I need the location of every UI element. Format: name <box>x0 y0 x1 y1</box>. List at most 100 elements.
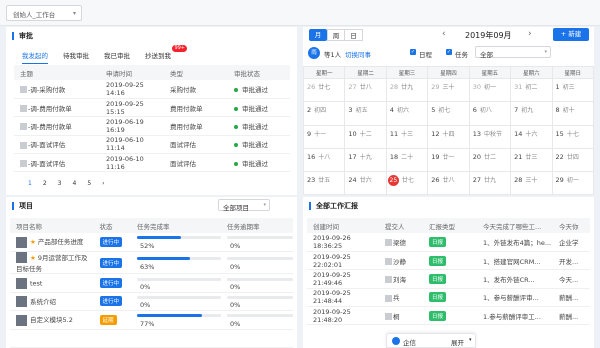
calendar-day[interactable]: 20 廿二 <box>468 147 512 173</box>
status-text: 审批通过 <box>242 104 268 113</box>
day-number-wrap: 16 十八 <box>304 149 344 161</box>
calendar-day[interactable]: 11 十三 <box>385 124 429 149</box>
calendar-day[interactable]: 7 初九 <box>510 101 553 126</box>
table-row[interactable]: ★ 产品部任务进度 进行中 52% 0% <box>10 233 293 252</box>
table-row[interactable]: -调-采购付款 2019-09-25 14:16 采购付款 审批通过 <box>14 80 290 99</box>
calendar-day[interactable]: 18 二十 <box>385 147 429 173</box>
calendar-day[interactable]: 24 廿六 <box>344 171 387 196</box>
page-link[interactable]: 4 <box>72 180 76 187</box>
chat-float-bar[interactable]: 企信 展开 ▾ <box>386 333 476 348</box>
next-month-icon[interactable]: › <box>528 29 532 39</box>
next-page-icon[interactable]: › <box>102 180 104 187</box>
workspace-select[interactable]: 创始人_工作台 ▾ <box>6 5 82 21</box>
calendar-day[interactable]: 28 三十 <box>510 171 553 196</box>
calendar-day[interactable]: 27 廿九 <box>468 171 512 196</box>
schedule-checkbox[interactable]: ✓ <box>410 49 416 55</box>
lunar-date: 十二 <box>359 130 372 138</box>
page-link[interactable]: 2 <box>43 180 47 187</box>
day-number-wrap: 23 廿五 <box>304 172 344 184</box>
calendar-day[interactable]: 9 十一 <box>302 124 346 149</box>
task-label: 任务 <box>455 51 468 59</box>
day-number-wrap: 18 二十 <box>387 149 427 161</box>
calendar-day[interactable]: 12 十四 <box>427 124 470 149</box>
chevron-down-icon: ▾ <box>263 202 266 208</box>
calendar-day[interactable]: 30 初一 <box>468 77 512 103</box>
calendar-day[interactable]: 15 十七 <box>551 124 595 149</box>
calendar-day[interactable]: 3 初五 <box>344 101 387 126</box>
calendar-day[interactable]: 2 初四 <box>302 101 346 126</box>
prev-month-icon[interactable]: ‹ <box>442 29 446 39</box>
calendar-day[interactable]: 27 廿八 <box>344 77 387 103</box>
chat-icon <box>392 337 400 345</box>
day-number: 12 <box>431 129 440 138</box>
tab-pending[interactable]: 待我审批 <box>63 50 89 64</box>
redacted-block <box>385 294 392 302</box>
submitter-cell: 刘海 <box>379 269 423 289</box>
calendar-day[interactable]: 26 廿七 <box>302 77 346 103</box>
lunar-date: 廿九 <box>401 84 414 91</box>
table-row[interactable]: 2019-09-26 18:36:25 梁德 日报 1、外链发布4篇；he... 企业学 <box>307 233 590 252</box>
page-link[interactable]: 5 <box>87 180 91 187</box>
table-row[interactable]: 系统介绍 进行中 0% 0% <box>10 292 293 312</box>
table-row[interactable]: test 进行中 0% 0% <box>10 273 293 293</box>
table-row[interactable]: -调-面试评估 2019-06-10 11:14 面试评估 审批通过 <box>14 135 290 155</box>
calendar-filter-select[interactable]: 全部 ▾ <box>475 46 551 59</box>
calendar-day[interactable]: 10 十二 <box>344 124 387 149</box>
calendar-day[interactable]: 1 初三 <box>551 77 595 103</box>
calendar-day[interactable]: 6 初八 <box>468 101 512 126</box>
calendar-day[interactable]: 19 廿一 <box>427 147 470 173</box>
tab-initiated[interactable]: 我发起的 <box>22 50 48 64</box>
calendar-day[interactable]: 23 廿五 <box>302 171 346 196</box>
view-month-button[interactable]: 月 <box>309 29 327 41</box>
day-number: 31 <box>514 83 523 91</box>
day-number: 26 <box>431 176 440 185</box>
calendar-day[interactable]: 31 初二 <box>510 77 553 103</box>
day-number-wrap: 14 十六 <box>511 126 551 138</box>
table-row[interactable] <box>10 329 293 348</box>
view-week-button[interactable]: 周 <box>327 29 345 41</box>
view-day-button[interactable]: 日 <box>345 29 363 41</box>
calendar-day[interactable]: 21 廿三 <box>510 147 553 173</box>
table-row[interactable]: ★ 9月运营部工作及目标任务 进行中 63% 0% <box>10 251 293 275</box>
table-row[interactable]: -调-费用付款单 2019-09-25 15:15 费用付款单 审批通过 <box>14 98 290 118</box>
switch-colleague-link[interactable]: 切换同事 <box>345 49 371 59</box>
table-row[interactable]: 2019-09-25 21:48:20 桐 日报 1.参与薪酬评审工... 薪酬... <box>307 306 590 326</box>
tab-cc-label: 抄送到我 <box>145 52 171 60</box>
calendar-day[interactable]: 8 初十 <box>551 101 595 126</box>
task-checkbox[interactable]: ✓ <box>446 49 452 55</box>
calendar-day[interactable]: 28 廿九 <box>385 77 429 103</box>
calendar-day[interactable]: 26 廿八 <box>427 171 470 196</box>
calendar-day[interactable]: 17 十九 <box>344 147 387 173</box>
project-name: 产品部任务进度 <box>37 238 84 247</box>
projects-filter-select[interactable]: 全部项目 ▾ <box>218 199 270 212</box>
table-row[interactable]: 2019-09-25 21:49:46 刘海 日报 1、发布外链CR... 今天... <box>307 269 590 289</box>
table-row[interactable]: -调-费用付款单 2019-06-19 16:19 费用付款单 审批通过 <box>14 116 290 136</box>
star-icon[interactable]: ★ <box>30 238 36 246</box>
status-dot-icon <box>234 161 238 166</box>
table-row[interactable]: 2019-09-25 22:02:01 沙静 日报 1、搭建官网CRM... 开发... <box>307 251 590 271</box>
column-header: 汇报类型 <box>423 218 477 233</box>
tab-cc[interactable]: 抄送到我 99+ <box>145 45 187 64</box>
calendar-day[interactable]: 29 三十 <box>427 77 470 103</box>
page-link[interactable]: 3 <box>58 180 62 187</box>
table-row[interactable]: 自定义模块5.2 延期 77% 0% <box>10 310 293 330</box>
tab-approved[interactable]: 我已审批 <box>104 50 130 64</box>
calendar-day[interactable]: 4 初六 <box>385 101 429 126</box>
calendar-filter-label: 全部 <box>480 51 493 59</box>
calendar-day[interactable]: 25 廿七 <box>385 171 429 196</box>
table-row[interactable]: 2019-09-25 21:48:44 兵 日报 1、参与薪酬评审... 薪酬... <box>307 288 590 308</box>
chat-expand-link[interactable]: 展开 <box>451 337 464 347</box>
calendar-day[interactable]: 5 初七 <box>427 101 470 126</box>
day-number-wrap: 8 初十 <box>553 102 593 114</box>
overdue-value: 0% <box>230 262 241 271</box>
lunar-date: 廿八 <box>442 177 455 185</box>
calendar-day[interactable]: 29 初一 <box>551 171 595 196</box>
page-link[interactable]: 1 <box>28 180 32 187</box>
calendar-day[interactable]: 16 十八 <box>302 147 346 173</box>
calendar-day[interactable]: 13 中秋节 <box>468 124 512 149</box>
star-icon[interactable]: ★ <box>30 254 36 262</box>
new-button[interactable]: + 新建 <box>553 28 589 41</box>
calendar-day[interactable]: 22 廿四 <box>551 147 595 173</box>
calendar-day[interactable]: 14 十六 <box>510 124 553 149</box>
table-row[interactable]: -调-面试评估 2019-06-10 11:16 面试评估 审批通过 <box>14 153 290 173</box>
